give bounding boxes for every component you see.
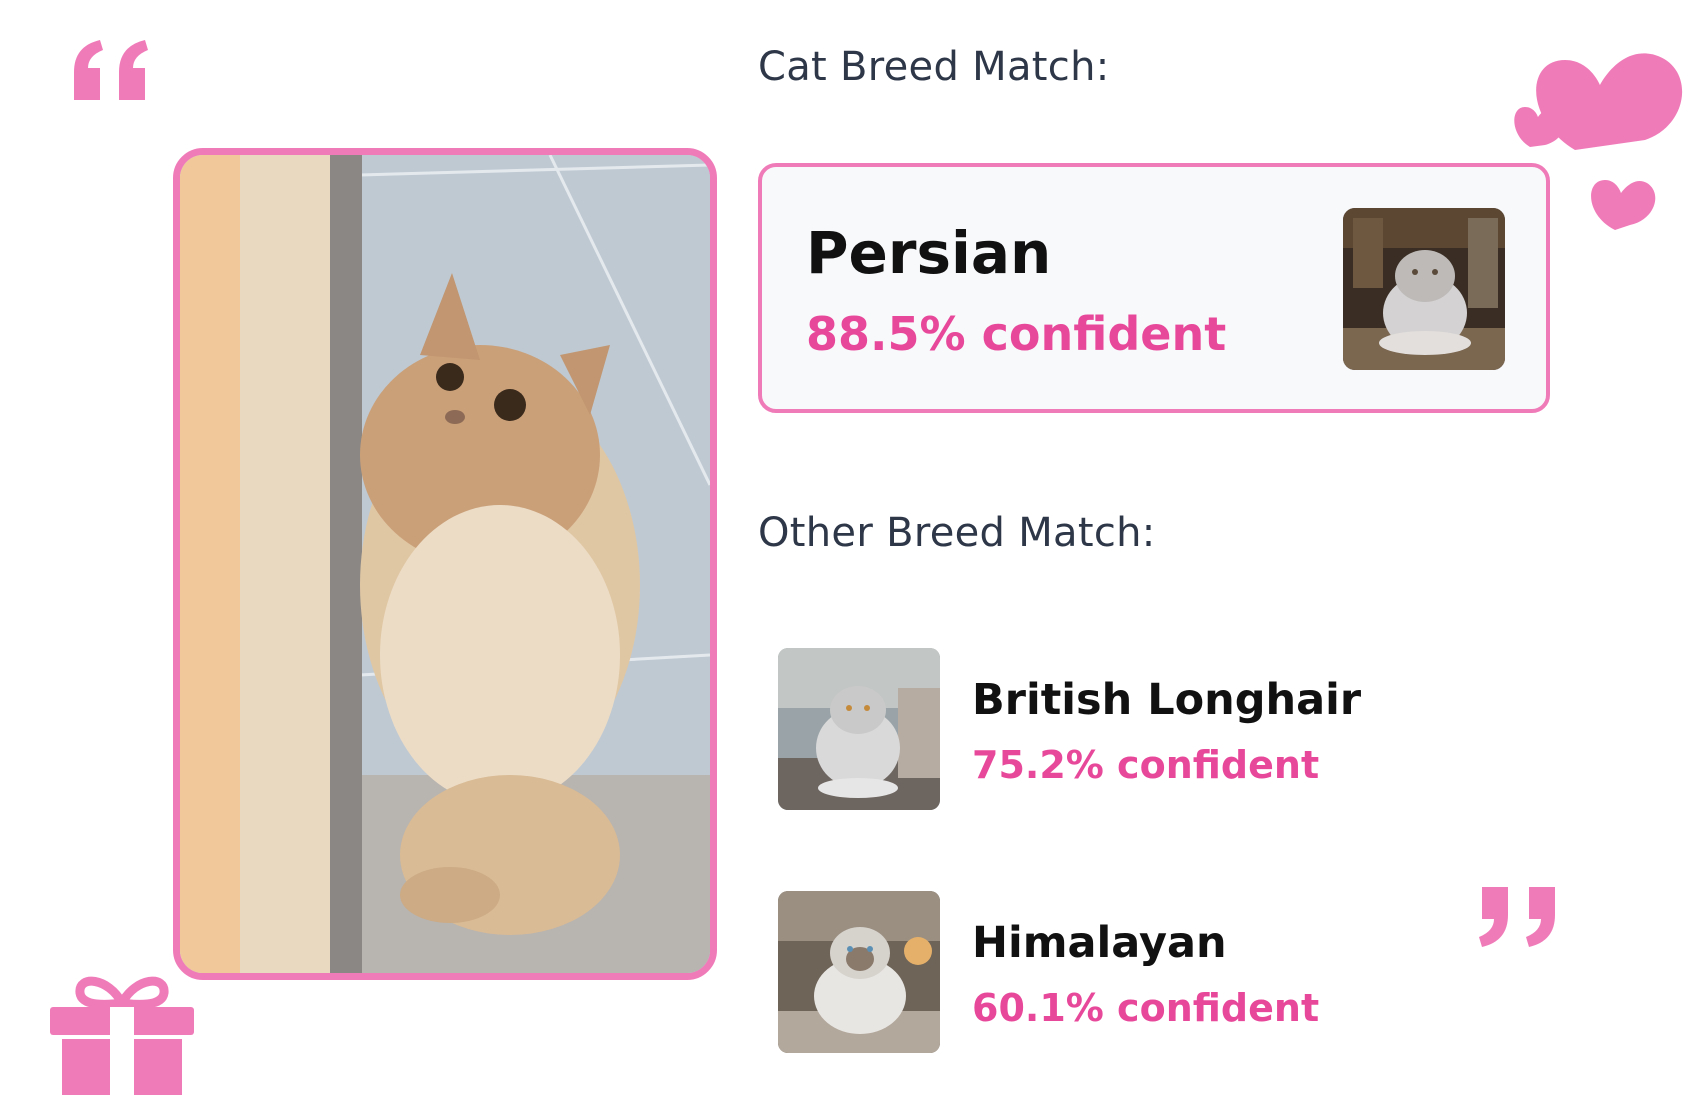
uploaded-cat-photo — [173, 148, 717, 980]
top-match-confidence: 88.5% confident — [806, 307, 1227, 361]
top-match-breed-image — [1343, 208, 1505, 370]
other-matches-heading: Other Breed Match: — [758, 510, 1156, 556]
top-match-breed-name: Persian — [806, 219, 1052, 287]
other-match-image-british-longhair — [778, 648, 940, 810]
quote-close-icon — [1479, 887, 1555, 947]
other-match-name-himalayan: Himalayan — [972, 918, 1227, 968]
quote-open-icon — [74, 40, 148, 100]
top-match-heading: Cat Breed Match: — [758, 44, 1110, 90]
gift-icon — [50, 976, 194, 1095]
other-match-name-british-longhair: British Longhair — [972, 675, 1362, 725]
other-match-confidence-himalayan: 60.1% confident — [972, 986, 1320, 1030]
other-match-image-himalayan — [778, 891, 940, 1053]
top-match-card: Persian 88.5% confident — [758, 163, 1550, 413]
other-match-confidence-british-longhair: 75.2% confident — [972, 743, 1320, 787]
